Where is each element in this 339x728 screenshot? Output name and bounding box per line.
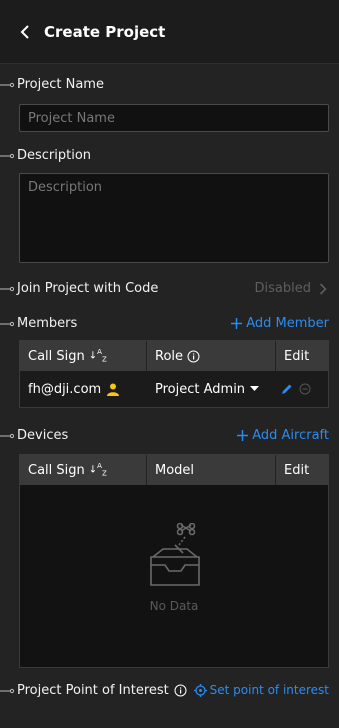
column-header-call-sign[interactable]: Call Sign ↓AZ (20, 455, 147, 485)
connector-tick-icon (0, 433, 14, 438)
join-code-toggle[interactable]: Disabled (255, 281, 327, 296)
user-icon (107, 383, 120, 396)
devices-empty-state: No Data (20, 485, 328, 667)
plus-icon (231, 318, 243, 329)
header-bar: Create Project (0, 0, 339, 64)
members-label-row: Members (0, 316, 77, 331)
connector-tick-icon (0, 688, 14, 693)
join-code-status: Disabled (254, 281, 311, 296)
pencil-icon[interactable] (281, 383, 293, 395)
set-poi-button[interactable]: Set point of interest (193, 683, 329, 697)
chevron-left-icon[interactable] (20, 21, 42, 43)
column-header-call-sign[interactable]: Call Sign ↓AZ (20, 341, 147, 371)
devices-table-header: Call Sign ↓AZ Model Edit (20, 455, 328, 485)
chevron-right-icon (319, 282, 327, 295)
description-textarea[interactable]: Description (19, 173, 329, 263)
poi-label: Project Point of Interest (17, 683, 169, 698)
member-edit-cell (276, 371, 328, 407)
description-label-row: Description (0, 148, 91, 163)
devices-label: Devices (17, 428, 69, 443)
column-header-model: Model (147, 455, 276, 485)
no-data-text: No Data (149, 599, 199, 613)
members-table: Call Sign ↓AZ Role Edit fh@dji.com Proje… (19, 340, 329, 408)
join-code-label: Join Project with Code (17, 281, 159, 296)
poi-label-row: Project Point of Interest (0, 683, 187, 698)
description-label: Description (17, 148, 92, 163)
add-aircraft-button[interactable]: Add Aircraft (236, 428, 329, 443)
connector-tick-icon (0, 153, 14, 158)
empty-box-icon (150, 523, 200, 586)
members-label: Members (17, 316, 78, 331)
target-icon (193, 683, 207, 697)
add-member-button[interactable]: Add Member (230, 316, 329, 331)
devices-label-row: Devices (0, 428, 68, 443)
members-table-header: Call Sign ↓AZ Role Edit (20, 341, 328, 371)
column-header-edit: Edit (284, 348, 310, 364)
remove-icon[interactable] (299, 383, 311, 395)
connector-tick-icon (0, 82, 14, 87)
info-icon[interactable] (187, 350, 200, 363)
member-role-select[interactable]: Project Admin (147, 371, 276, 407)
join-code-label-row: Join Project with Code (0, 281, 158, 296)
set-poi-label: Set point of interest (209, 683, 329, 697)
sort-icon: ↓AZ (88, 347, 107, 364)
project-name-input[interactable]: Project Name (19, 104, 329, 132)
caret-down-icon (250, 386, 260, 391)
column-header-role: Role (147, 341, 276, 371)
info-icon[interactable] (174, 684, 187, 697)
add-aircraft-label: Add Aircraft (252, 428, 329, 443)
plus-icon (237, 430, 249, 441)
project-name-label-row: Project Name (0, 77, 104, 92)
member-call-sign-cell: fh@dji.com (20, 371, 147, 407)
column-header-edit: Edit (284, 462, 310, 478)
connector-tick-icon (0, 286, 14, 291)
project-name-label: Project Name (17, 77, 104, 92)
add-member-label: Add Member (246, 316, 329, 331)
sort-icon: ↓AZ (88, 461, 107, 478)
page-title: Create Project (44, 22, 166, 41)
table-row: fh@dji.com Project Admin (20, 371, 328, 407)
devices-table: Call Sign ↓AZ Model Edit No Data (19, 454, 329, 668)
connector-tick-icon (0, 321, 14, 326)
